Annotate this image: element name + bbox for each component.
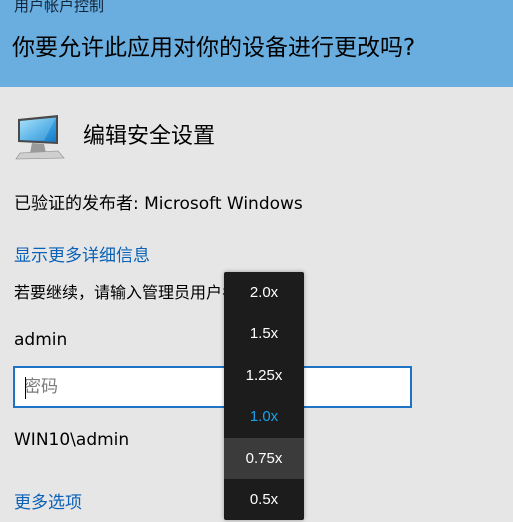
speed-option-1-5x[interactable]: 1.5x — [224, 313, 304, 354]
monitor-icon — [14, 113, 66, 161]
speed-option-1x[interactable]: 1.0x — [224, 396, 304, 437]
show-details-link[interactable]: 显示更多详细信息 — [14, 245, 150, 267]
dialog-question: 你要允许此应用对你的设备进行更改吗? — [12, 35, 416, 61]
speed-option-2x[interactable]: 2.0x — [224, 272, 304, 313]
speed-option-0-75x[interactable]: 0.75x — [224, 438, 304, 479]
speed-option-1-25x[interactable]: 1.25x — [224, 355, 304, 396]
app-name: 编辑安全设置 — [83, 124, 216, 149]
app-info: 编辑安全设置 — [14, 109, 215, 165]
speed-option-0-5x[interactable]: 0.5x — [224, 479, 304, 520]
dialog-caption: 用户帐户控制 — [14, 0, 105, 15]
publisher-info: 已验证的发布者: Microsoft Windows — [14, 194, 303, 214]
more-options-link[interactable]: 更多选项 — [14, 492, 82, 514]
password-input[interactable] — [15, 368, 404, 406]
username-label: admin — [14, 330, 68, 350]
domain-username: WIN10\admin — [14, 430, 130, 450]
password-field[interactable] — [13, 366, 412, 408]
text-caret — [25, 377, 26, 399]
uac-header: 用户帐户控制 你要允许此应用对你的设备进行更改吗? — [0, 0, 513, 87]
playback-speed-menu[interactable]: 2.0x 1.5x 1.25x 1.0x 0.75x 0.5x — [224, 272, 304, 520]
